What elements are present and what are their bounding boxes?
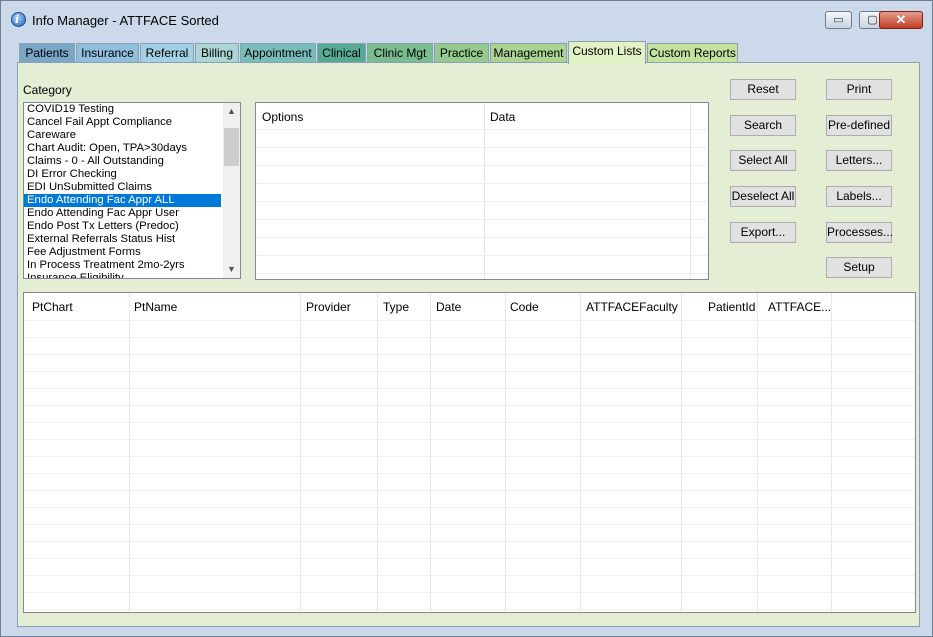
grid-row-line bbox=[256, 255, 708, 256]
grid-row-line bbox=[256, 183, 708, 184]
category-items: COVID19 Testing Cancel Fail Appt Complian… bbox=[24, 103, 240, 278]
select-all-button[interactable]: Select All bbox=[730, 150, 796, 171]
grid-row-line bbox=[24, 422, 915, 423]
category-scrollbar[interactable]: ▲ ▼ bbox=[223, 103, 240, 278]
grid-column-divider bbox=[681, 293, 682, 612]
grid-row-line bbox=[256, 201, 708, 202]
grid-row-line bbox=[24, 490, 915, 491]
deselect-all-button[interactable]: Deselect All bbox=[730, 186, 796, 207]
grid-row-line bbox=[24, 558, 915, 559]
grid-row-line bbox=[24, 405, 915, 406]
tab-patients[interactable]: Patients bbox=[19, 43, 75, 63]
grid-row-line bbox=[256, 129, 708, 130]
scroll-up-icon[interactable]: ▲ bbox=[223, 103, 240, 120]
letters-button[interactable]: Letters... bbox=[826, 150, 892, 171]
grid-row-line bbox=[24, 371, 915, 372]
grid-row-line bbox=[256, 165, 708, 166]
export-button[interactable]: Export... bbox=[730, 222, 796, 243]
category-item[interactable]: Endo Attending Fac Appr User bbox=[24, 207, 221, 220]
tab-referral[interactable]: Referral bbox=[140, 43, 194, 63]
app-logo-icon: i bbox=[11, 12, 26, 27]
grid-row-line bbox=[24, 354, 915, 355]
category-item[interactable]: Fee Adjustment Forms bbox=[24, 246, 221, 259]
column-header-date[interactable]: Date bbox=[436, 300, 461, 314]
tab-practice[interactable]: Practice bbox=[434, 43, 489, 63]
scroll-thumb[interactable] bbox=[224, 128, 239, 166]
grid-row-line bbox=[256, 219, 708, 220]
setup-button[interactable]: Setup bbox=[826, 257, 892, 278]
options-grid[interactable]: Options Data bbox=[255, 102, 709, 280]
grid-row-line bbox=[24, 575, 915, 576]
grid-column-divider bbox=[757, 293, 758, 612]
minimize-button[interactable]: ▭ bbox=[825, 11, 852, 29]
close-button[interactable]: ✕ bbox=[879, 11, 923, 29]
grid-column-divider bbox=[129, 293, 130, 612]
category-item[interactable]: Claims - 0 - All Outstanding bbox=[24, 155, 221, 168]
column-header-attfacefaculty[interactable]: ATTFACEFaculty bbox=[586, 300, 678, 314]
grid-column-divider bbox=[831, 293, 832, 612]
category-item[interactable]: COVID19 Testing bbox=[24, 103, 221, 116]
results-grid[interactable]: PtChart PtName Provider Type Date Code A… bbox=[23, 292, 916, 613]
app-window: i Info Manager - ATTFACE Sorted ▭ ▢ ✕ Pa… bbox=[0, 0, 933, 637]
tab-clinic-mgt[interactable]: Clinic Mgt bbox=[367, 43, 433, 63]
grid-column-divider bbox=[505, 293, 506, 612]
predefined-button[interactable]: Pre-defined bbox=[826, 115, 892, 136]
grid-column-divider bbox=[580, 293, 581, 612]
column-header-attface-more[interactable]: ATTFACE... bbox=[768, 300, 831, 314]
print-button[interactable]: Print bbox=[826, 79, 892, 100]
grid-row-line bbox=[24, 456, 915, 457]
search-button[interactable]: Search bbox=[730, 115, 796, 136]
scroll-down-icon[interactable]: ▼ bbox=[223, 261, 240, 278]
column-header-ptname[interactable]: PtName bbox=[134, 300, 177, 314]
grid-row-line bbox=[256, 237, 708, 238]
category-item[interactable]: External Referrals Status Hist bbox=[24, 233, 221, 246]
category-item[interactable]: Careware bbox=[24, 129, 221, 142]
grid-row-line bbox=[24, 541, 915, 542]
category-item[interactable]: Endo Attending Fac Appr ALL bbox=[24, 194, 221, 207]
grid-column-divider bbox=[430, 293, 431, 612]
tab-custom-reports[interactable]: Custom Reports bbox=[647, 43, 738, 63]
tab-custom-lists[interactable]: Custom Lists bbox=[568, 41, 646, 64]
tab-clinical[interactable]: Clinical bbox=[317, 43, 366, 63]
column-header-patientid[interactable]: PatientId bbox=[708, 300, 755, 314]
column-header-ptchart[interactable]: PtChart bbox=[32, 300, 73, 314]
grid-column-divider bbox=[377, 293, 378, 612]
grid-row-line bbox=[24, 439, 915, 440]
category-item[interactable]: Endo Post Tx Letters (Predoc) bbox=[24, 220, 221, 233]
category-item[interactable]: DI Error Checking bbox=[24, 168, 221, 181]
grid-row-line bbox=[256, 147, 708, 148]
grid-row-line bbox=[256, 273, 708, 274]
column-header-type[interactable]: Type bbox=[383, 300, 409, 314]
category-item[interactable]: In Process Treatment 2mo-2yrs bbox=[24, 259, 221, 272]
labels-button[interactable]: Labels... bbox=[826, 186, 892, 207]
options-column-header[interactable]: Options bbox=[262, 110, 303, 124]
tab-management[interactable]: Management bbox=[490, 43, 567, 63]
column-header-provider[interactable]: Provider bbox=[306, 300, 351, 314]
category-item[interactable]: Cancel Fail Appt Compliance bbox=[24, 116, 221, 129]
grid-row-line bbox=[24, 524, 915, 525]
grid-row-line bbox=[24, 337, 915, 338]
category-label: Category bbox=[23, 83, 72, 97]
grid-row-line bbox=[24, 388, 915, 389]
category-item[interactable]: Chart Audit: Open, TPA>30days bbox=[24, 142, 221, 155]
reset-button[interactable]: Reset bbox=[730, 79, 796, 100]
tab-appointment[interactable]: Appointment bbox=[240, 43, 316, 63]
grid-row-line bbox=[24, 609, 915, 610]
category-list[interactable]: COVID19 Testing Cancel Fail Appt Complian… bbox=[23, 102, 241, 279]
data-column-header[interactable]: Data bbox=[490, 110, 515, 124]
processes-button[interactable]: Processes... bbox=[826, 222, 893, 243]
grid-row-line bbox=[24, 320, 915, 321]
grid-row-line bbox=[24, 473, 915, 474]
tab-billing[interactable]: Billing bbox=[195, 43, 239, 63]
category-item[interactable]: EDI UnSubmitted Claims bbox=[24, 181, 221, 194]
column-header-code[interactable]: Code bbox=[510, 300, 539, 314]
tab-insurance[interactable]: Insurance bbox=[76, 43, 139, 63]
grid-row-line bbox=[24, 507, 915, 508]
category-item[interactable]: Insurance Eligibility bbox=[24, 272, 221, 278]
title-bar[interactable]: i Info Manager - ATTFACE Sorted ▭ ▢ ✕ bbox=[1, 1, 932, 39]
grid-row-line bbox=[24, 592, 915, 593]
window-title: Info Manager - ATTFACE Sorted bbox=[32, 13, 219, 28]
grid-column-divider bbox=[300, 293, 301, 612]
